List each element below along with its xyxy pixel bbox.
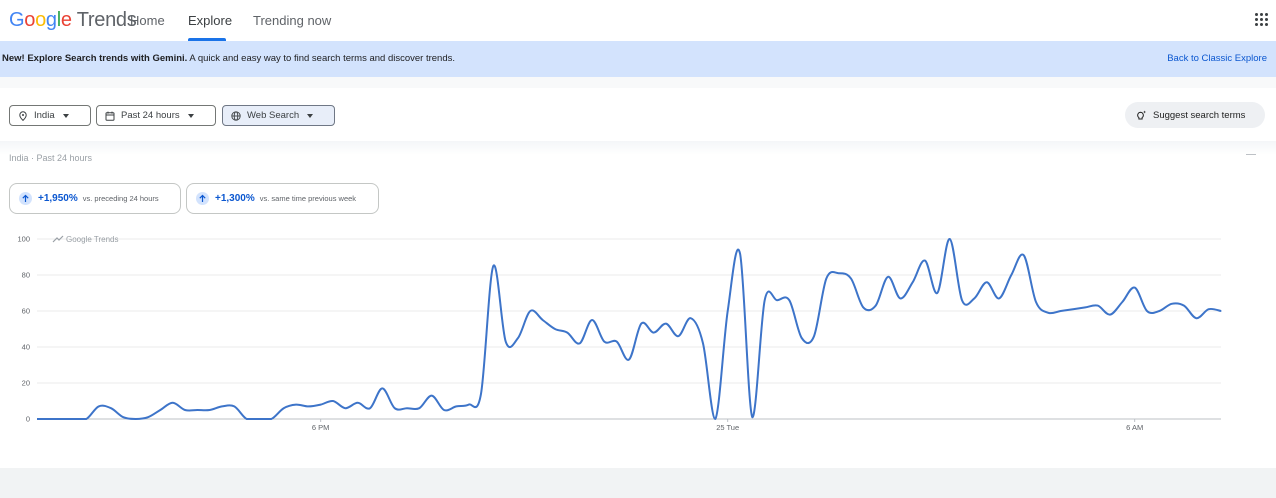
- search-property-filter[interactable]: Web Search: [222, 105, 335, 126]
- top-bar: Google Trends Home Explore Trending now: [0, 0, 1276, 41]
- section-fade: [0, 141, 1276, 155]
- logo-google-wordmark: Google: [9, 9, 72, 31]
- apps-grid-icon[interactable]: [1255, 13, 1268, 26]
- time-range-filter[interactable]: Past 24 hours: [96, 105, 216, 126]
- section-divider: [0, 77, 1276, 88]
- chevron-down-icon: [187, 113, 194, 118]
- page-footer-band: [0, 468, 1276, 498]
- interest-over-time-chart[interactable]: 020406080100 6 PM25 Tue6 AM12 PM Google …: [0, 225, 1276, 437]
- y-tick-label: 0: [26, 415, 30, 424]
- sparkle-bulb-icon: [1136, 110, 1147, 121]
- stat-chip-preceding[interactable]: +1,950% vs. preceding 24 hours: [9, 183, 181, 214]
- chevron-down-icon: [62, 113, 69, 118]
- location-pin-icon: [18, 110, 28, 121]
- banner-text: New! Explore Search trends with Gemini. …: [2, 53, 455, 64]
- stat-percentage: +1,950%: [38, 193, 78, 204]
- calendar-icon: [105, 111, 115, 121]
- back-to-classic-link[interactable]: Back to Classic Explore: [1167, 53, 1267, 64]
- chevron-down-icon: [307, 113, 314, 118]
- chart-y-axis: 0 20 40 60 80 100: [17, 235, 30, 424]
- nav-home[interactable]: Home: [130, 0, 165, 41]
- google-trends-logo[interactable]: Google Trends: [9, 9, 137, 32]
- arrow-up-icon: [19, 192, 32, 205]
- suggest-search-terms-label: Suggest search terms: [1153, 109, 1246, 121]
- stat-percentage: +1,300%: [215, 193, 255, 204]
- y-tick-label: 80: [22, 271, 30, 280]
- x-tick-label: 6 AM: [1126, 423, 1143, 432]
- chart-x-axis: 6 PM25 Tue6 AM12 PM: [312, 419, 1143, 432]
- collapse-icon[interactable]: [1246, 151, 1256, 155]
- chart-gridlines: [37, 238, 1221, 420]
- search-property-filter-label: Web Search: [247, 110, 300, 121]
- stat-description: vs. same time previous week: [259, 194, 357, 203]
- y-tick-label: 60: [22, 307, 30, 316]
- banner-body-text: A quick and easy way to find search term…: [187, 53, 456, 64]
- y-tick-label: 40: [22, 343, 30, 352]
- arrow-up-icon: [196, 192, 209, 205]
- x-tick-label: 25 Tue: [716, 423, 739, 432]
- stat-description: vs. preceding 24 hours: [82, 194, 159, 203]
- chart-series: [36, 237, 1222, 420]
- y-tick-label: 20: [22, 379, 30, 388]
- x-tick-label: 6 PM: [312, 423, 330, 432]
- logo-trends-text: Trends: [76, 9, 137, 31]
- gemini-banner: New! Explore Search trends with Gemini. …: [0, 41, 1276, 77]
- suggest-search-terms-button[interactable]: Suggest search terms: [1125, 102, 1265, 128]
- series-line: [36, 237, 1222, 420]
- globe-icon: [231, 110, 241, 121]
- location-filter-label: India: [34, 110, 55, 121]
- time-range-filter-label: Past 24 hours: [121, 110, 180, 121]
- watermark-text: Google Trends: [66, 235, 118, 244]
- banner-bold-text: New! Explore Search trends with Gemini.: [2, 53, 188, 64]
- stat-chip-previous-week[interactable]: +1,300% vs. same time previous week: [186, 183, 379, 214]
- nav-explore[interactable]: Explore: [188, 0, 232, 41]
- y-tick-label: 100: [17, 235, 30, 244]
- nav-trending-now[interactable]: Trending now: [253, 0, 331, 41]
- location-filter[interactable]: India: [9, 105, 91, 126]
- chart-context-label: India · Past 24 hours: [9, 153, 93, 163]
